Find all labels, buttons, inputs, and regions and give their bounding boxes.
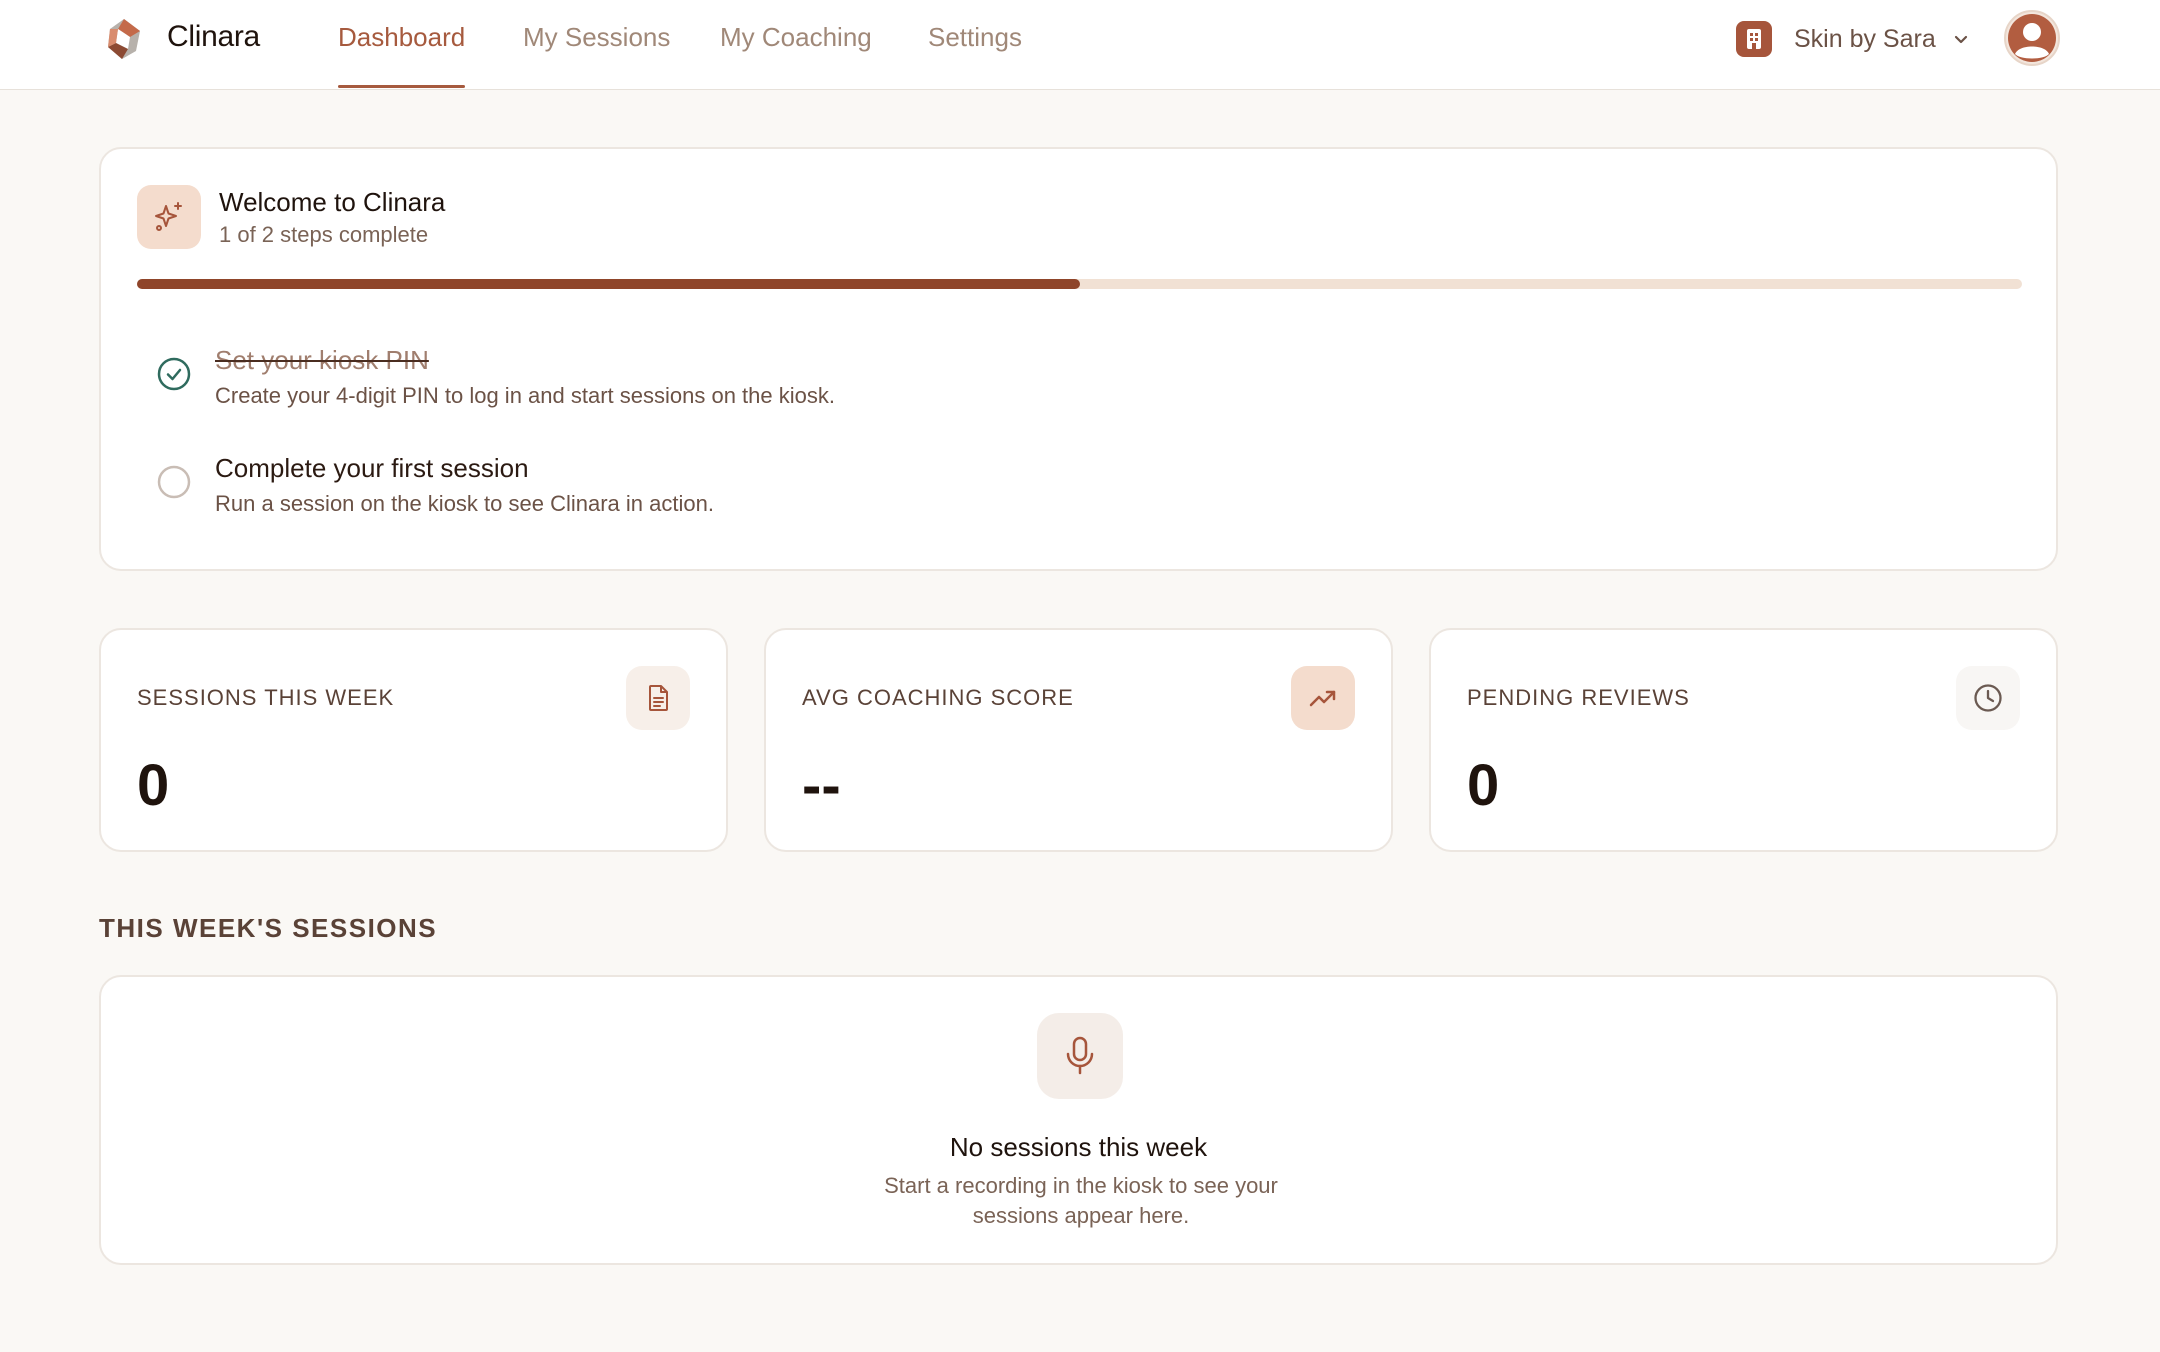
sparkles-icon bbox=[137, 185, 201, 249]
step-title: Complete your first session bbox=[215, 453, 529, 483]
stat-label: PENDING REVIEWS bbox=[1467, 685, 1690, 710]
stat-value: -- bbox=[802, 753, 841, 818]
tab-my-coaching[interactable]: My Coaching bbox=[720, 22, 872, 88]
onboarding-step-first-session[interactable]: Complete your first session Run a sessio… bbox=[157, 453, 1957, 523]
organization-switcher[interactable]: Skin by Sara bbox=[1736, 19, 1970, 59]
microphone-icon bbox=[1037, 1013, 1123, 1099]
tab-dashboard[interactable]: Dashboard bbox=[338, 22, 466, 88]
stat-card-avg-coaching-score: AVG COACHING SCORE -- bbox=[764, 628, 1393, 852]
clinara-logo-icon[interactable] bbox=[104, 17, 144, 61]
stat-value: 0 bbox=[1467, 753, 1500, 818]
clock-icon bbox=[1956, 666, 2020, 730]
brand-name[interactable]: Clinara bbox=[167, 20, 260, 54]
stat-card-sessions-this-week: SESSIONS THIS WEEK 0 bbox=[99, 628, 728, 852]
user-avatar[interactable] bbox=[2004, 10, 2060, 66]
building-icon bbox=[1736, 21, 1772, 57]
empty-state-description: Start a recording in the kiosk to see yo… bbox=[884, 1173, 1278, 1228]
chevron-down-icon bbox=[1954, 35, 1967, 44]
onboarding-step-kiosk-pin[interactable]: Set your kiosk PIN Create your 4-digit P… bbox=[157, 345, 1957, 415]
stat-value: 0 bbox=[137, 753, 170, 818]
empty-circle-icon bbox=[157, 465, 191, 499]
tab-settings[interactable]: Settings bbox=[928, 22, 1022, 88]
tab-my-sessions[interactable]: My Sessions bbox=[523, 22, 670, 88]
onboarding-progress-bar bbox=[137, 279, 2022, 289]
top-navigation-bar: Clinara Dashboard My Sessions My Coachin… bbox=[0, 0, 2160, 90]
onboarding-progress-fill bbox=[137, 279, 1080, 289]
trending-up-icon bbox=[1291, 666, 1355, 730]
step-description: Create your 4-digit PIN to log in and st… bbox=[215, 383, 835, 408]
stat-card-pending-reviews: PENDING REVIEWS 0 bbox=[1429, 628, 2058, 852]
organization-name: Skin by Sara bbox=[1794, 24, 1936, 53]
onboarding-subtitle: 1 of 2 steps complete bbox=[219, 222, 429, 247]
document-icon bbox=[626, 666, 690, 730]
step-title: Set your kiosk PIN bbox=[215, 345, 429, 375]
sessions-section-title: THIS WEEK'S SESSIONS bbox=[99, 913, 438, 943]
user-icon bbox=[2008, 14, 2056, 62]
stat-label: SESSIONS THIS WEEK bbox=[137, 685, 395, 710]
step-description: Run a session on the kiosk to see Clinar… bbox=[215, 491, 714, 516]
sessions-empty-state-card: No sessions this week Start a recording … bbox=[99, 975, 2058, 1265]
empty-state-title: No sessions this week bbox=[949, 1132, 1208, 1162]
check-circle-icon bbox=[157, 357, 191, 391]
stat-label: AVG COACHING SCORE bbox=[802, 685, 1074, 710]
onboarding-card: Welcome to Clinara 1 of 2 steps complete… bbox=[99, 147, 2058, 571]
onboarding-title: Welcome to Clinara bbox=[219, 187, 446, 217]
